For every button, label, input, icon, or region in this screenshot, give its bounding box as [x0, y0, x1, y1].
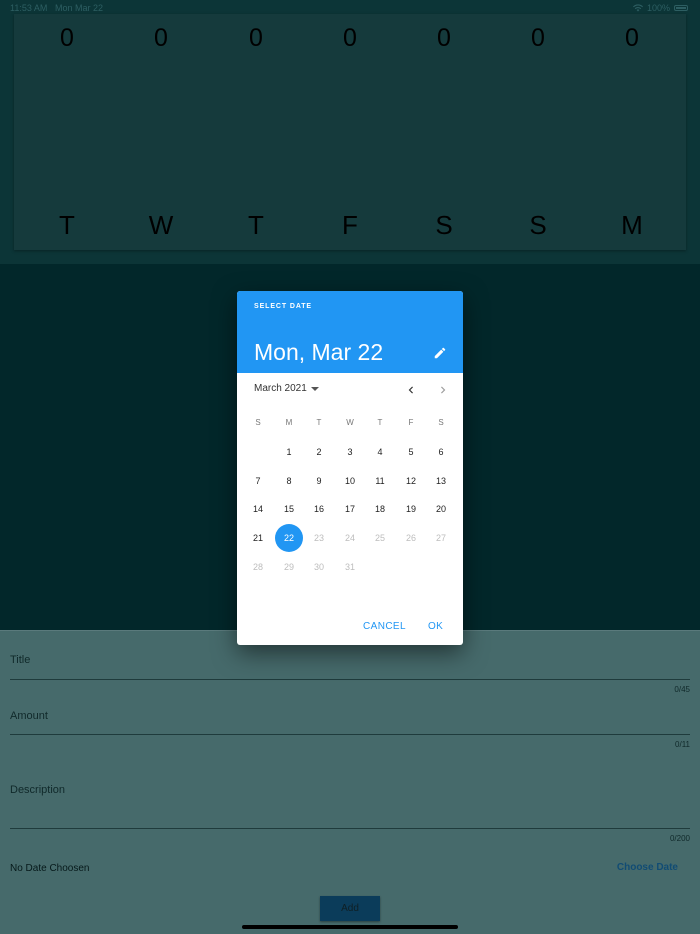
date-picker-dialog: SELECT DATE Mon, Mar 22 March 2021 S M T…: [237, 291, 463, 645]
amount-field-underline: [10, 734, 690, 735]
calendar-day: 26: [405, 533, 416, 543]
amount-field[interactable]: Amount 0/11: [10, 687, 690, 749]
calendar-day[interactable]: 9: [305, 467, 333, 495]
battery-icon: [674, 5, 688, 11]
calendar-day-selected[interactable]: 22: [275, 524, 303, 552]
calendar-day[interactable]: 6: [427, 438, 455, 466]
calendar-day: 31: [344, 562, 355, 572]
calendar-day[interactable]: 2: [305, 438, 333, 466]
description-field-label: Description: [10, 784, 66, 796]
dialog-actions: CANCEL OK: [237, 617, 463, 637]
calendar-day[interactable]: 7: [244, 467, 272, 495]
calendar-day: 28: [252, 562, 263, 572]
chart-amount: 0: [249, 24, 263, 52]
calendar-day[interactable]: 20: [427, 495, 455, 523]
weekly-chart-card: 0 T 0 W 0 T 0 F 0 S 0 S 0 M: [14, 14, 686, 250]
calendar-day: 29: [283, 562, 294, 572]
new-transaction-sheet: Title 0/45 Amount 0/11 Description 0/200…: [0, 630, 700, 934]
calendar-day[interactable]: 21: [244, 524, 272, 552]
calendar-day: 25: [374, 533, 385, 543]
calendar-day[interactable]: 15: [275, 495, 303, 523]
title-field-underline: [10, 679, 690, 680]
chart-column: 0 S: [424, 14, 464, 250]
chart-column: 0 F: [330, 14, 370, 250]
calendar-day[interactable]: 10: [336, 467, 364, 495]
calendar-day[interactable]: 19: [397, 495, 425, 523]
ok-button[interactable]: OK: [428, 621, 443, 632]
calendar-day[interactable]: 1: [275, 438, 303, 466]
calendar-day[interactable]: 11: [366, 467, 394, 495]
calendar-day[interactable]: 4: [366, 438, 394, 466]
chart-day: W: [148, 210, 174, 240]
chart-day: T: [248, 210, 264, 240]
calendar-day-grid: 1 2 3 4 5 6 7 8 9 10 11 12 13 14 15 16 17 18 19 20 21 22 23 24 2…: [237, 291, 463, 645]
calendar-day[interactable]: 14: [244, 495, 272, 523]
chart-amount: 0: [154, 24, 168, 52]
chart-amount: 0: [60, 24, 74, 52]
calendar-day: 30: [313, 562, 324, 572]
status-time: 11:53 AM: [10, 3, 48, 13]
calendar-day: 27: [435, 533, 446, 543]
calendar-day[interactable]: 17: [336, 495, 364, 523]
calendar-day[interactable]: 3: [336, 438, 364, 466]
chart-amount: 0: [437, 24, 451, 52]
chart-amount: 0: [531, 24, 545, 52]
chart-column: 0 M: [612, 14, 652, 250]
chart-column: 0 T: [47, 14, 87, 250]
title-field-label: Title: [10, 654, 31, 666]
chart-column: 0 W: [141, 14, 181, 250]
add-button[interactable]: Add: [320, 896, 380, 921]
battery-percent: 100%: [646, 3, 670, 13]
home-indicator: [242, 925, 458, 929]
chart-day: S: [529, 210, 547, 240]
cancel-button[interactable]: CANCEL: [363, 621, 406, 632]
choose-date-button[interactable]: Choose Date: [617, 862, 678, 873]
description-field[interactable]: Description 0/200: [10, 762, 690, 843]
description-field-counter: 0/200: [669, 834, 690, 843]
status-bar: 11:53 AM Mon Mar 22 100%: [0, 0, 700, 16]
description-field-underline: [10, 828, 690, 829]
calendar-day[interactable]: 18: [366, 495, 394, 523]
chart-amount: 0: [343, 24, 357, 52]
status-date: Mon Mar 22: [55, 3, 104, 13]
chart-day: M: [621, 210, 643, 240]
amount-field-counter: 0/11: [675, 740, 690, 749]
calendar-day[interactable]: 5: [397, 438, 425, 466]
chart-column: 0 S: [518, 14, 558, 250]
chart-column: 0 T: [236, 14, 276, 250]
chart-amount: 0: [625, 24, 639, 52]
chart-day: S: [435, 210, 453, 240]
amount-field-label: Amount: [10, 710, 48, 722]
calendar-day: 23: [313, 533, 324, 543]
calendar-day[interactable]: 16: [305, 495, 333, 523]
status-right: 100%: [632, 3, 688, 13]
calendar-day: 24: [344, 533, 355, 543]
date-status-text: No Date Choosen: [10, 863, 90, 874]
calendar-day[interactable]: 13: [427, 467, 455, 495]
chart-day: F: [342, 210, 358, 240]
wifi-icon: [632, 4, 643, 12]
calendar-day[interactable]: 8: [275, 467, 303, 495]
chart-section: 0 T 0 W 0 T 0 F 0 S 0 S 0 M: [0, 0, 700, 264]
calendar-day[interactable]: 12: [397, 467, 425, 495]
chart-day: T: [59, 210, 75, 240]
